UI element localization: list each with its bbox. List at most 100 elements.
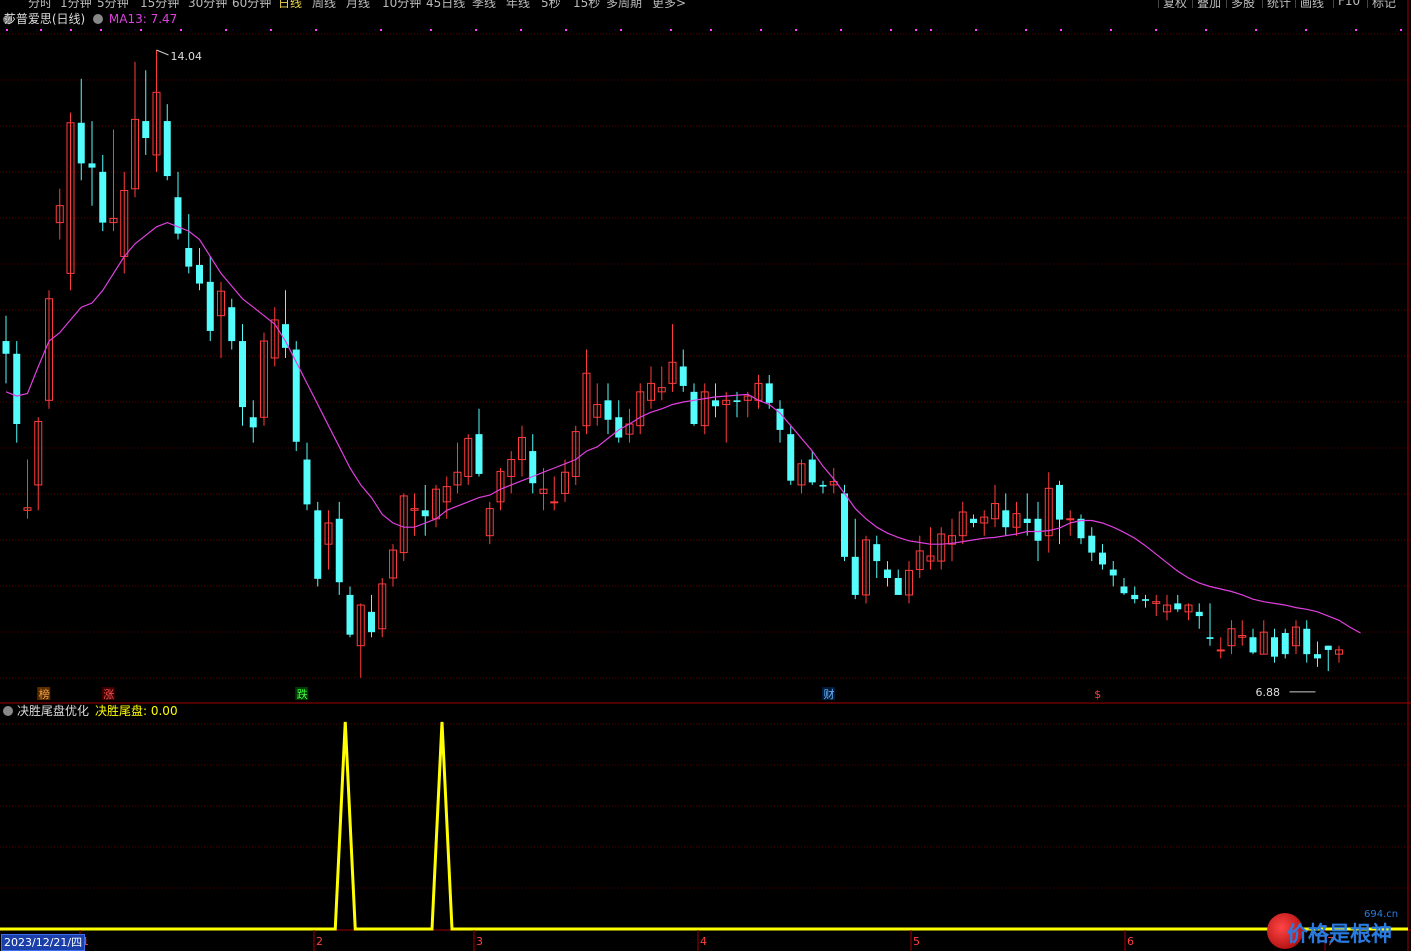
candle-body-down — [1088, 535, 1096, 553]
watermark: 694.cn 价格是根神 — [1265, 905, 1411, 951]
month-label: 6 — [1127, 935, 1134, 948]
candle-body-down — [819, 484, 827, 487]
date-dot — [315, 29, 317, 31]
stock-name: 莎普爱思 — [3, 12, 52, 26]
event-marker: 财 — [824, 687, 835, 701]
candle-body-down — [1056, 484, 1063, 520]
date-dot — [670, 29, 672, 31]
candle-body-down — [1034, 518, 1042, 541]
candle-body-up — [1066, 518, 1075, 521]
ma13-label: MA13: 7.47 — [108, 12, 178, 26]
chart-canvas: 14.046.88榜涨跌财 $决胜尾盘优化 决胜尾盘: 0.001 2 3 4 5 6 7 — [0, 0, 1411, 951]
candle-body-down — [1281, 633, 1289, 655]
date-dot — [840, 29, 842, 31]
date-dot — [380, 29, 382, 31]
candle-body-down — [303, 459, 311, 505]
date-dot — [70, 29, 72, 31]
candle-body-down — [77, 122, 85, 164]
candle-body-down — [335, 518, 343, 583]
candle-body-down — [282, 324, 289, 348]
candle-body-down — [1206, 637, 1214, 639]
date-dot — [1255, 29, 1257, 31]
cursor-date: 2023/12/21/四 — [1, 934, 86, 951]
candle-body-down — [99, 171, 107, 223]
candle-body-down — [368, 611, 375, 633]
event-marker: $ — [1094, 688, 1101, 701]
candle-body-down — [712, 400, 719, 407]
date-dot — [475, 29, 477, 31]
candle-body-down — [1174, 603, 1182, 610]
candle-body-down — [1120, 586, 1128, 594]
date-dot — [1400, 29, 1402, 31]
candle-body-down — [2, 341, 10, 354]
date-dot — [1205, 29, 1207, 31]
candle-body-down — [851, 556, 859, 595]
candle-body-down — [142, 121, 150, 138]
candle-body-down — [421, 510, 429, 517]
month-label: 3 — [476, 935, 483, 948]
candle-body-down — [185, 248, 193, 267]
chart-period: (日线) — [51, 12, 86, 26]
signal-line — [0, 721, 1408, 931]
event-marker: 涨 — [103, 688, 114, 701]
candle-body-down — [894, 578, 902, 595]
date-dot — [930, 29, 932, 31]
candle-body-down — [776, 408, 784, 430]
event-marker: 榜 — [39, 687, 50, 701]
sub-panel-title: 决胜尾盘优化 — [17, 703, 89, 718]
date-dot — [270, 29, 272, 31]
month-label: 2 — [316, 935, 323, 948]
sub-panel-value: 决胜尾盘: 0.00 — [95, 703, 178, 718]
candle-body-down — [1142, 599, 1149, 601]
candle-body-down — [239, 341, 246, 408]
date-dot — [225, 29, 227, 31]
candle-body-down — [196, 264, 203, 284]
candle-body-down — [1271, 637, 1278, 657]
date-dot — [760, 29, 762, 31]
low-label: 6.88 — [1256, 686, 1281, 699]
candle-body-down — [1131, 594, 1139, 600]
date-dot — [620, 29, 622, 31]
candle-body-down — [808, 459, 816, 483]
candle-body-up — [1216, 649, 1225, 652]
candle-body-down — [314, 510, 322, 579]
candle-body-down — [970, 518, 977, 523]
date-dot — [520, 29, 522, 31]
date-dot — [1305, 29, 1307, 31]
date-dot — [1155, 29, 1157, 31]
candle-body-down — [1023, 518, 1031, 523]
candle-body-down — [679, 366, 687, 386]
date-dot — [6, 29, 8, 31]
candle-body-down — [1303, 628, 1311, 655]
date-dot — [565, 29, 567, 31]
date-dot — [180, 29, 182, 31]
candle-body-down — [1314, 654, 1321, 659]
month-label: 5 — [913, 935, 920, 948]
date-dot — [915, 29, 917, 31]
indicator-dropdown-icon[interactable] — [93, 14, 104, 24]
candle-body-down — [841, 493, 848, 557]
candle-body-down — [787, 434, 795, 481]
date-dot — [140, 29, 142, 31]
date-dot — [1110, 29, 1112, 31]
date-dot — [430, 29, 432, 31]
date-dot — [1060, 29, 1062, 31]
candle-body-down — [604, 400, 612, 420]
candle-body-down — [529, 451, 537, 484]
candle-body-down — [884, 569, 891, 578]
month-label: 4 — [700, 935, 707, 948]
date-dot — [795, 29, 797, 31]
high-pointer — [156, 49, 169, 56]
candle-body-down — [873, 544, 881, 562]
candle-body-down — [1195, 611, 1203, 617]
date-dot — [710, 29, 712, 31]
candle-body-down — [163, 121, 171, 177]
date-dot — [40, 29, 42, 31]
date-dot — [1355, 29, 1357, 31]
candle-body-down — [475, 434, 483, 474]
date-dot — [975, 29, 977, 31]
chart-header: 莎普爱思(日线) MA13: 7.47 — [0, 10, 177, 28]
candle-body-down — [206, 281, 214, 331]
candle-body-down — [1109, 569, 1117, 576]
candle-body-down — [733, 400, 741, 402]
